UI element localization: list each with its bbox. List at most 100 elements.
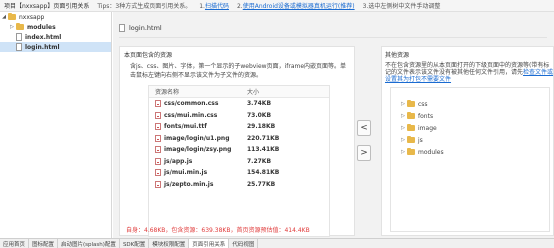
folder-icon bbox=[407, 147, 415, 155]
file-icon bbox=[16, 33, 22, 41]
move-left-button[interactable]: < bbox=[357, 120, 371, 136]
other-resources-tree: ▷ css ▷ fonts ▷ image ▷ js ▷ modules bbox=[390, 87, 550, 232]
resource-file-icon bbox=[155, 180, 161, 188]
current-file-header: login.html bbox=[119, 18, 547, 38]
collapse-arrow-icon[interactable]: ▷ bbox=[399, 149, 407, 155]
resource-row[interactable]: js/mui.min.js 154.81KB bbox=[149, 167, 329, 179]
collapse-arrow-icon[interactable]: ▷ bbox=[399, 113, 407, 119]
folder-row-modules[interactable]: ▷ modules bbox=[391, 146, 549, 158]
tree-item-label: index.html bbox=[25, 33, 62, 41]
page-title: 项目【nxxsapp】页面引用关系 bbox=[4, 3, 90, 10]
top-info-bar: 项目【nxxsapp】页面引用关系 Tips：3种方式生成页面引用关系。 1.扫… bbox=[0, 0, 554, 12]
tree-item-label: login.html bbox=[25, 43, 60, 51]
tab-page-references[interactable]: 页面引用关系 bbox=[189, 239, 230, 248]
resource-file-icon bbox=[155, 157, 161, 165]
tree-root[interactable]: ◢ nxxsapp bbox=[0, 12, 111, 22]
step-1: 1.扫描代码 bbox=[199, 3, 229, 10]
folder-icon bbox=[16, 22, 24, 30]
resource-file-icon bbox=[155, 169, 161, 177]
resources-table: 资源名称 大小 css/common.css 3.74KB css/mui.mi… bbox=[148, 85, 330, 237]
tab-sdk-config[interactable]: SDK配置 bbox=[120, 239, 150, 248]
collapse-arrow-icon[interactable]: ▷ bbox=[399, 137, 407, 143]
tree-item-modules[interactable]: ▷ modules bbox=[0, 22, 111, 32]
folder-icon bbox=[407, 123, 415, 131]
expand-arrow-icon[interactable]: ◢ bbox=[0, 14, 8, 20]
resource-file-icon bbox=[155, 123, 161, 131]
collapse-arrow-icon[interactable]: ▷ bbox=[399, 125, 407, 131]
resource-row[interactable]: css/mui.min.css 73.0KB bbox=[149, 110, 329, 122]
resource-name: js/zepto.min.js bbox=[164, 180, 214, 188]
resource-row[interactable]: js/zepto.min.js 25.77KB bbox=[149, 179, 329, 191]
resource-size: 25.77KB bbox=[247, 180, 276, 188]
resource-name: css/mui.min.css bbox=[164, 111, 218, 119]
folder-label: fonts bbox=[418, 112, 434, 120]
resource-name: image/login/zsy.png bbox=[164, 146, 232, 154]
folder-icon bbox=[407, 99, 415, 107]
folder-icon bbox=[8, 12, 16, 20]
folder-row-fonts[interactable]: ▷ fonts bbox=[391, 110, 549, 122]
resource-size: 220.71KB bbox=[247, 134, 280, 142]
folder-label: image bbox=[418, 124, 437, 132]
folder-label: css bbox=[418, 100, 428, 108]
included-resources-description: 含js、css、图片、字体，第一个显示的子webview页面，iframe内嵌页… bbox=[130, 63, 347, 79]
included-resources-title: 本页面包含的资源 bbox=[124, 52, 173, 59]
resource-file-icon bbox=[155, 146, 161, 154]
resource-name: fonts/mui.ttf bbox=[164, 123, 207, 131]
tree-item-label: modules bbox=[27, 23, 56, 31]
file-icon bbox=[119, 23, 125, 32]
resource-size: 7.27KB bbox=[247, 157, 272, 165]
resources-table-header: 资源名称 大小 bbox=[149, 86, 329, 98]
step-2: 2.使用Android设备或模拟器真机运行(推荐) bbox=[236, 3, 355, 10]
tree-item-login-html[interactable]: login.html bbox=[0, 42, 111, 52]
tree-root-label: nxxsapp bbox=[19, 13, 45, 21]
file-icon bbox=[16, 43, 22, 51]
resource-summary: 自身：4.68KB，包含资源：639.38KB，首页资源预估值：414.4KB bbox=[126, 227, 310, 234]
resource-file-icon bbox=[155, 111, 161, 119]
resource-row[interactable]: image/login/u1.png 220.71KB bbox=[149, 133, 329, 145]
resource-size: 29.18KB bbox=[247, 123, 276, 131]
folder-label: modules bbox=[418, 148, 444, 156]
tab-splash-config[interactable]: 启动图片(splash)配置 bbox=[58, 239, 120, 248]
step-3: 3.选中左侧树中文件手动调整 bbox=[362, 3, 441, 10]
resource-row[interactable]: image/login/zsy.png 113.41KB bbox=[149, 144, 329, 156]
tab-icon-config[interactable]: 图标配置 bbox=[29, 239, 59, 248]
project-tree: ◢ nxxsapp ▷ modules index.html login.htm… bbox=[0, 12, 112, 238]
resource-name: js/app.js bbox=[164, 157, 193, 165]
tab-module-permissions[interactable]: 模块权限配置 bbox=[149, 239, 190, 248]
folder-icon bbox=[407, 135, 415, 143]
current-file-name: login.html bbox=[129, 23, 162, 32]
resource-size: 73.0KB bbox=[247, 111, 272, 119]
resource-size: 113.41KB bbox=[247, 146, 280, 154]
collapse-arrow-icon[interactable]: ▷ bbox=[8, 24, 16, 30]
folder-row-css[interactable]: ▷ css bbox=[391, 98, 549, 110]
folder-icon bbox=[407, 111, 415, 119]
other-resources-description: 不在包含资源里的从本页面打开的下级页面中的资源等(带有标记的文件表示该文件没有被… bbox=[385, 62, 554, 83]
resource-size: 154.81KB bbox=[247, 169, 280, 177]
resource-row[interactable]: fonts/mui.ttf 29.18KB bbox=[149, 121, 329, 133]
bottom-tab-bar: 应用首页 图标配置 启动图片(splash)配置 SDK配置 模块权限配置 页面… bbox=[0, 238, 554, 248]
tree-item-index-html[interactable]: index.html bbox=[0, 32, 111, 42]
folder-label: js bbox=[418, 136, 423, 144]
resource-name: image/login/u1.png bbox=[164, 134, 230, 142]
other-resources-panel: 其他资源 不在包含资源里的从本页面打开的下级页面中的资源等(带有标记的文件表示该… bbox=[381, 46, 554, 236]
resource-name: js/mui.min.js bbox=[164, 169, 208, 177]
included-resources-panel: 本页面包含的资源 含js、css、图片、字体，第一个显示的子webview页面，… bbox=[119, 46, 355, 237]
folder-row-js[interactable]: ▷ js bbox=[391, 134, 549, 146]
resource-name: css/common.css bbox=[164, 100, 219, 108]
resource-row[interactable]: js/app.js 7.27KB bbox=[149, 156, 329, 168]
resource-row[interactable]: css/common.css 3.74KB bbox=[149, 98, 329, 110]
tips-text: Tips：3种方式生成页面引用关系。 bbox=[97, 3, 192, 10]
resource-size: 3.74KB bbox=[247, 100, 272, 108]
folder-row-image[interactable]: ▷ image bbox=[391, 122, 549, 134]
scan-code-link[interactable]: 扫描代码 bbox=[205, 3, 229, 10]
android-run-link[interactable]: 使用Android设备或模拟器真机运行(推荐) bbox=[243, 3, 355, 10]
column-header-size: 大小 bbox=[247, 89, 260, 96]
move-right-button[interactable]: > bbox=[357, 145, 371, 161]
tab-code-view[interactable]: 代码视图 bbox=[229, 239, 259, 248]
resource-file-icon bbox=[155, 134, 161, 142]
tab-app-home[interactable]: 应用首页 bbox=[0, 239, 30, 248]
resource-file-icon bbox=[155, 100, 161, 108]
column-header-name: 资源名称 bbox=[155, 89, 180, 96]
collapse-arrow-icon[interactable]: ▷ bbox=[399, 101, 407, 107]
other-resources-title: 其他资源 bbox=[385, 52, 410, 59]
